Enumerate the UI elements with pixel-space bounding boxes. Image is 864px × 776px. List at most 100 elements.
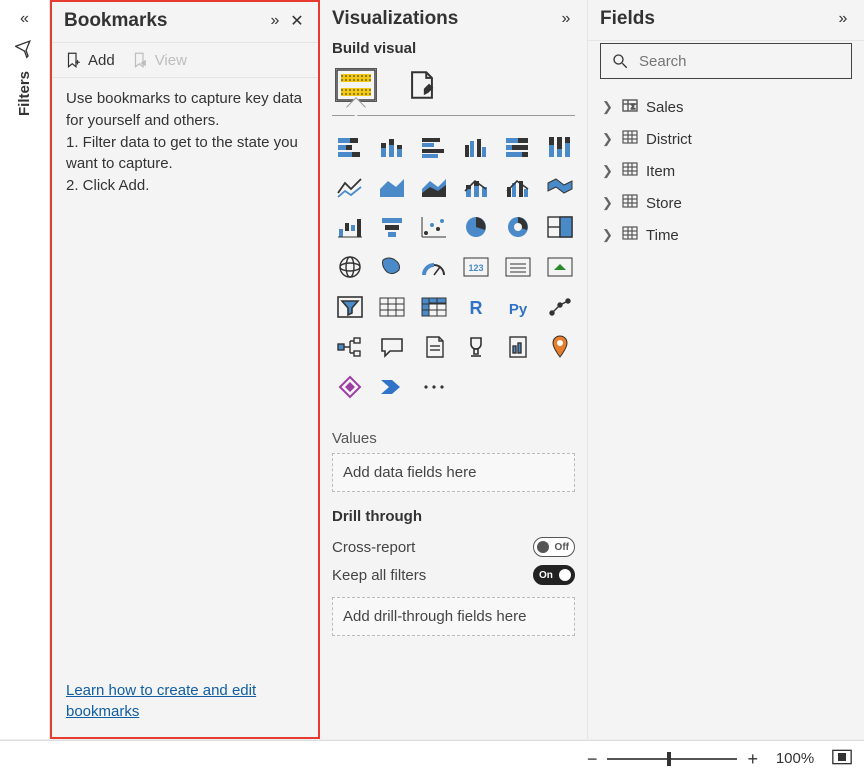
filters-expand-icon[interactable]: « [20,10,29,28]
table-store[interactable]: ❯ Store [594,187,858,219]
svg-text:R: R [470,298,483,318]
viz-pie[interactable] [458,210,494,244]
viz-scatter[interactable] [416,210,452,244]
table-time[interactable]: ❯ Time [594,219,858,251]
tables-list: ❯ΣSales❯District❯Item❯Store❯Time [588,89,864,253]
viz-100-stacked-bar[interactable] [500,130,536,164]
viz-qna[interactable] [374,330,410,364]
viz-matrix[interactable] [416,290,452,324]
viz-card[interactable]: 123 [458,250,494,284]
filters-pane-collapsed[interactable]: « Filters [0,0,50,739]
chevron-right-icon: ❯ [602,195,614,211]
bookmarks-add-button[interactable]: Add [64,51,115,69]
chevron-right-icon: ❯ [602,227,614,243]
viz-treemap[interactable] [542,210,578,244]
viz-line[interactable] [332,170,368,204]
svg-text:Σ: Σ [631,104,636,111]
build-visual-label: Build visual [320,40,587,63]
filters-label: Filters [16,71,33,118]
bookmarks-add-label: Add [88,52,115,69]
visual-type-gallery: 123 R Py [320,116,587,412]
viz-filled-map[interactable] [374,250,410,284]
viz-paginated[interactable] [500,330,536,364]
visualizations-pane: Visualizations » Build visual [320,0,588,739]
keep-filters-toggle[interactable]: On [533,565,575,585]
viz-stacked-bar[interactable] [332,130,368,164]
cross-report-label: Cross-report [332,539,533,556]
viz-py-visual[interactable]: Py [500,290,536,324]
viz-more[interactable] [416,370,452,404]
table-district[interactable]: ❯ District [594,123,858,155]
viz-powerapps[interactable] [332,370,368,404]
fields-title: Fields [600,8,832,30]
format-icon [405,68,439,102]
zoom-out-button[interactable]: − [587,750,598,768]
build-visual-tab[interactable] [332,65,380,105]
viz-r-visual[interactable]: R [458,290,494,324]
zoom-track[interactable] [607,758,737,760]
fields-collapse-icon[interactable]: » [832,10,854,28]
bookmarks-help-text: Use bookmarks to capture key data for yo… [52,78,318,680]
viz-power-automate[interactable] [374,370,410,404]
viz-clustered-bar[interactable] [416,130,452,164]
search-icon [611,52,629,70]
table-label: Item [646,163,675,180]
viz-arcgis[interactable] [542,330,578,364]
viz-kpi[interactable] [542,250,578,284]
zoom-in-button[interactable]: + [747,750,758,768]
bookmarks-learn-link[interactable]: Learn how to create and edit bookmarks [66,682,256,721]
fit-to-page-icon[interactable] [832,749,852,768]
filters-icon [15,40,35,63]
fields-search-input[interactable] [637,52,841,71]
table-sales[interactable]: ❯ΣSales [594,91,858,123]
viz-goals[interactable] [458,330,494,364]
zoom-percent[interactable]: 100% [772,750,818,767]
viz-multi-row-card[interactable] [500,250,536,284]
drillthrough-dropzone[interactable]: Add drill-through fields here [332,597,575,636]
viz-line-stacked-column[interactable] [458,170,494,204]
visualizations-title: Visualizations [332,8,555,30]
bookmarks-close-icon[interactable]: ✕ [286,11,308,31]
viz-area[interactable] [374,170,410,204]
chevron-right-icon: ❯ [602,131,614,147]
values-dropzone[interactable]: Add data fields here [332,453,575,492]
bookmark-add-icon [64,51,82,69]
table-item[interactable]: ❯Item [594,155,858,187]
viz-ribbon[interactable] [542,170,578,204]
viz-waterfall[interactable] [332,210,368,244]
viz-key-influencers[interactable] [542,290,578,324]
status-bar: − + 100% [0,740,864,776]
table-icon [622,225,638,245]
svg-text:123: 123 [468,263,483,273]
viz-table[interactable] [374,290,410,324]
bookmarks-pane: Bookmarks » ✕ Add View Use bookmarks to … [50,0,320,739]
viz-stacked-area[interactable] [416,170,452,204]
table-icon [622,161,638,181]
viz-stacked-column[interactable] [374,130,410,164]
format-visual-tab[interactable] [398,65,446,105]
viz-line-clustered-column[interactable] [500,170,536,204]
bookmarks-collapse-icon[interactable]: » [264,12,286,30]
visualizations-collapse-icon[interactable]: » [555,10,577,28]
viz-donut[interactable] [500,210,536,244]
drillthrough-label: Drill through [320,492,587,533]
viz-gauge[interactable] [416,250,452,284]
fields-pane: Fields » ❯ΣSales❯District❯Item❯Store❯Tim… [588,0,864,739]
zoom-slider[interactable]: − + [587,750,758,768]
viz-100-stacked-column[interactable] [542,130,578,164]
bookmark-view-icon [131,51,149,69]
fields-search[interactable] [600,43,852,79]
viz-map[interactable] [332,250,368,284]
cross-report-toggle[interactable]: Off [533,537,575,557]
table-label: District [646,131,692,148]
viz-funnel[interactable] [374,210,410,244]
viz-decomposition-tree[interactable] [332,330,368,364]
viz-smart-narrative[interactable] [416,330,452,364]
table-label: Store [646,195,682,212]
table-icon [622,193,638,213]
viz-clustered-column[interactable] [458,130,494,164]
table-label: Sales [646,99,684,116]
viz-slicer[interactable] [332,290,368,324]
svg-text:Py: Py [509,301,528,318]
table-label: Time [646,227,679,244]
